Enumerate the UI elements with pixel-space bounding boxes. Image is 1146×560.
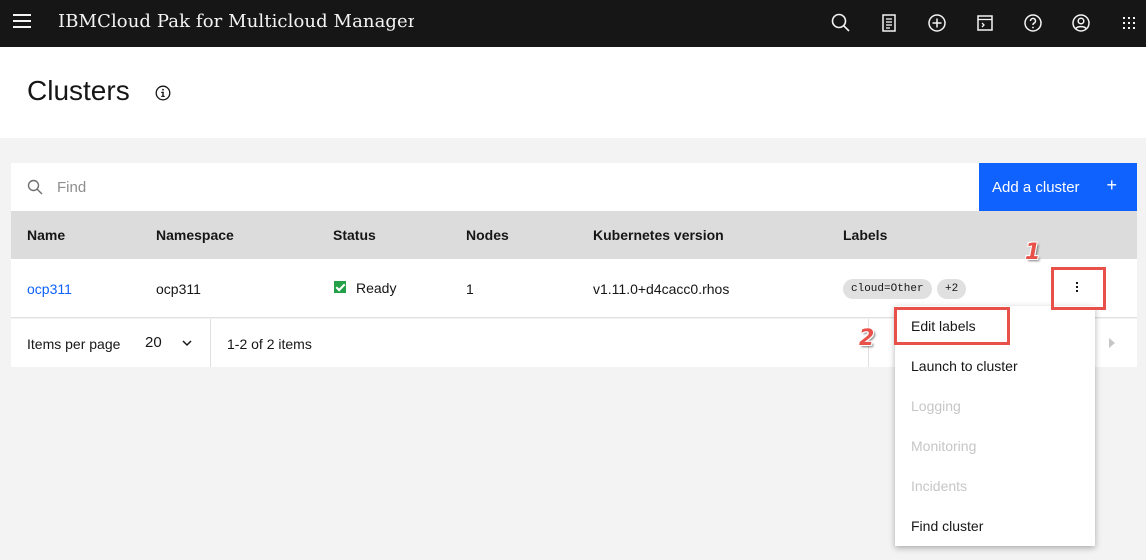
page-header: Clusters <box>0 47 1146 138</box>
items-per-page-select[interactable]: 20 <box>145 334 162 351</box>
label-more-tag[interactable]: +2 <box>937 279 967 299</box>
cluster-namespace: ocp311 <box>156 281 201 297</box>
table-header: Name Namespace Status Nodes Kubernetes v… <box>11 211 1137 259</box>
top-header: IBMCloud Pak for Multicloud Manager <box>0 0 1146 47</box>
add-cluster-button[interactable]: Add a cluster + <box>979 163 1137 211</box>
search-toolbar: Add a cluster + <box>11 163 1137 211</box>
page-title: Clusters <box>27 75 130 106</box>
annotation-box-edit-labels <box>894 307 1010 345</box>
hamburger-menu-icon[interactable] <box>13 14 33 32</box>
product-name: IBMCloud Pak for Multicloud Manager <box>58 11 414 32</box>
annotation-box-overflow <box>1051 267 1106 310</box>
next-page-icon[interactable] <box>1107 336 1117 348</box>
app-switcher-icon[interactable] <box>1117 11 1141 35</box>
label-tag: cloud=Other <box>843 279 932 299</box>
column-header-namespace[interactable]: Namespace <box>156 227 234 243</box>
cluster-status: Ready <box>356 280 397 296</box>
annotation-step-1: 1 <box>1025 240 1041 265</box>
column-header-status[interactable]: Status <box>333 227 376 243</box>
divider <box>210 319 211 367</box>
plus-icon: + <box>1106 175 1117 195</box>
status-ready-icon <box>334 281 346 293</box>
add-cluster-label: Add a cluster <box>992 178 1080 196</box>
menu-item-launch-to-cluster[interactable]: Launch to cluster <box>895 346 1095 386</box>
terminal-icon[interactable] <box>973 11 997 35</box>
search-icon <box>27 179 43 195</box>
user-avatar-icon[interactable] <box>1069 11 1093 35</box>
cluster-nodes: 1 <box>466 281 474 297</box>
search-input[interactable] <box>57 163 977 211</box>
help-icon[interactable] <box>1021 11 1045 35</box>
menu-item-logging: Logging <box>911 398 961 414</box>
column-header-name[interactable]: Name <box>27 227 65 243</box>
document-icon[interactable] <box>877 11 901 35</box>
cluster-kube-version: v1.11.0+d4cacc0.rhos <box>593 281 730 297</box>
column-header-labels[interactable]: Labels <box>843 227 887 243</box>
column-header-kubernetes-version[interactable]: Kubernetes version <box>593 227 724 243</box>
menu-item-find-cluster[interactable]: Find cluster <box>895 506 1095 546</box>
items-per-page-label: Items per page <box>27 336 121 352</box>
cluster-name-link[interactable]: ocp311 <box>27 281 72 297</box>
menu-item-monitoring: Monitoring <box>911 438 977 454</box>
items-range: 1-2 of 2 items <box>227 336 312 352</box>
menu-item-incidents: Incidents <box>911 478 968 494</box>
column-header-nodes[interactable]: Nodes <box>466 227 509 243</box>
chevron-down-icon[interactable] <box>181 336 193 348</box>
annotation-step-2: 2 <box>859 326 875 351</box>
info-icon[interactable] <box>155 85 171 101</box>
add-circle-icon[interactable] <box>925 11 949 35</box>
search-icon[interactable] <box>829 11 853 35</box>
